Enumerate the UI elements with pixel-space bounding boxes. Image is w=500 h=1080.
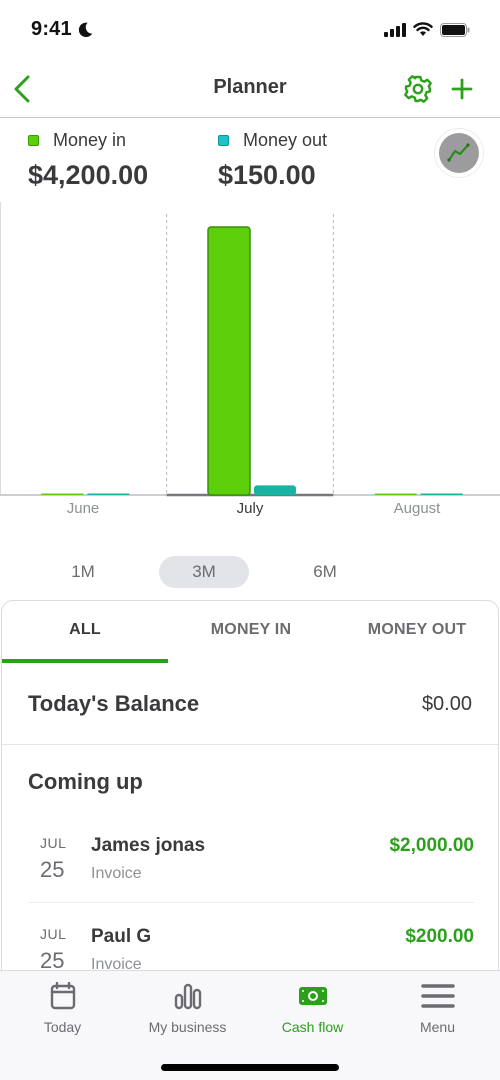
- legend-money-out: Money out: [218, 130, 327, 151]
- legend-money-in: Money in: [28, 130, 126, 151]
- item-name: James jonas: [91, 835, 206, 856]
- item-amount: $2,000.00: [389, 835, 474, 856]
- coming-up-title: Coming up: [28, 769, 143, 794]
- bar-chart-icon: [174, 983, 201, 1010]
- status-time: 9:41: [31, 18, 72, 40]
- trend-line-icon: [447, 143, 470, 162]
- gear-icon[interactable]: [403, 74, 433, 104]
- bar-money-out-june: [87, 493, 130, 495]
- tab-my-business[interactable]: My business: [125, 981, 250, 1041]
- cash-summary: Money in Money out $4,200.00 $150.00: [0, 118, 500, 202]
- range-selector: 1M 3M 6M: [0, 556, 500, 590]
- cash-flow-chart: June July August: [0, 202, 500, 532]
- range-6m-button[interactable]: 6M: [280, 556, 370, 588]
- calendar-icon: [50, 982, 75, 1010]
- money-out-amount: $150.00: [218, 160, 316, 190]
- item-day: 25: [40, 857, 65, 882]
- bar-money-in-july: [207, 226, 251, 496]
- tab-label: Menu: [419, 1019, 456, 1035]
- signal-icon: [384, 22, 406, 37]
- range-3m-button[interactable]: 3M: [159, 556, 249, 588]
- tab-today[interactable]: Today: [0, 981, 125, 1041]
- balance-label: Today's Balance: [28, 691, 200, 716]
- tab-money-out[interactable]: MONEY OUT: [334, 621, 498, 639]
- battery-icon: [440, 22, 470, 37]
- tab-money-in[interactable]: MONEY IN: [168, 621, 334, 639]
- money-out-swatch: [218, 135, 229, 146]
- bar-money-in-august: [374, 493, 417, 495]
- money-in-swatch: [28, 135, 39, 146]
- nav-bar: Planner: [0, 60, 500, 118]
- status-bar: 9:41: [0, 0, 500, 60]
- tab-label: Today: [43, 1019, 82, 1035]
- month-label-june[interactable]: June: [0, 500, 166, 517]
- item-month: JUL: [40, 926, 67, 942]
- bar-money-out-august: [420, 493, 463, 495]
- status-icons: [384, 22, 470, 37]
- hamburger-menu-icon: [420, 984, 455, 1008]
- money-in-label: Money in: [53, 130, 127, 150]
- month-label-july[interactable]: July: [167, 500, 333, 517]
- bottom-tab-bar: Today My business Cash flow Menu: [0, 970, 500, 1080]
- item-month: JUL: [40, 835, 67, 851]
- todays-balance-row: Today's Balance $0.00: [2, 665, 498, 745]
- plus-icon[interactable]: [449, 74, 475, 104]
- home-indicator: [161, 1064, 339, 1071]
- item-name: Paul G: [91, 926, 152, 947]
- item-divider: [28, 902, 474, 903]
- wifi-icon: [413, 22, 433, 36]
- tab-cash-flow[interactable]: Cash flow: [250, 981, 375, 1041]
- cash-icon: [298, 987, 327, 1005]
- filter-tabs: ALL MONEY IN MONEY OUT: [2, 601, 498, 665]
- tab-indicator: [2, 659, 168, 663]
- moon-icon: [78, 22, 93, 38]
- range-1m-button[interactable]: 1M: [38, 556, 128, 588]
- trend-view-button[interactable]: [434, 128, 484, 178]
- money-in-amount: $4,200.00: [28, 160, 149, 190]
- tab-label: My business: [148, 1019, 227, 1035]
- tab-menu[interactable]: Menu: [375, 981, 500, 1041]
- list-item[interactable]: JUL 25 James jonas Invoice $2,000.00: [28, 835, 474, 925]
- transactions-card: ALL MONEY IN MONEY OUT Today's Balance $…: [1, 600, 499, 1000]
- tab-label: Cash flow: [281, 1019, 344, 1035]
- item-type: Invoice: [91, 865, 142, 882]
- money-out-label: Money out: [243, 130, 328, 150]
- bar-money-out-july: [254, 485, 296, 495]
- item-amount: $200.00: [405, 926, 474, 947]
- tab-all[interactable]: ALL: [2, 621, 168, 639]
- chart-svg: [0, 202, 500, 497]
- balance-value: $0.00: [421, 693, 472, 715]
- month-label-august[interactable]: August: [334, 500, 500, 517]
- bar-money-in-june: [41, 493, 84, 495]
